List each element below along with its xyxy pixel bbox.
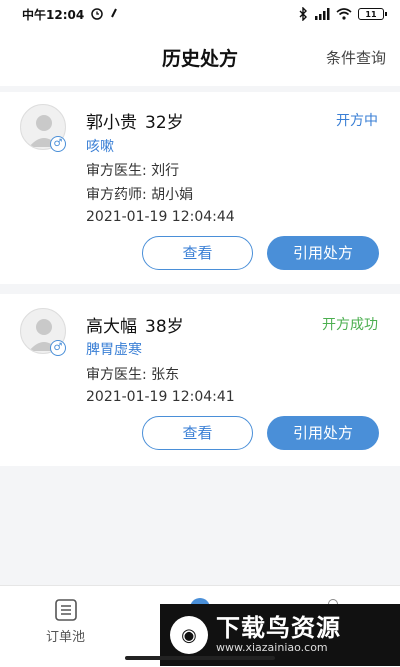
alarm-icon <box>90 6 104 23</box>
reuse-prescription-button[interactable]: 引用处方 <box>267 416 379 450</box>
patient-age: 32岁 <box>145 113 184 133</box>
status-badge: 开方成功 <box>322 317 378 333</box>
reviewing-pharmacist: 审方药师: 胡小娟 <box>86 187 194 203</box>
male-gender-icon: ♂ <box>50 340 66 356</box>
tab-orders-label: 订单池 <box>46 630 86 645</box>
watermark-logo-icon: ◉ <box>170 616 208 654</box>
status-bar: 中午12:04 11 <box>0 0 400 28</box>
signal-icon <box>314 8 330 20</box>
reuse-prescription-button[interactable]: 引用处方 <box>267 236 379 270</box>
watermark-url: www.xiazainiao.com <box>216 641 328 654</box>
clock-time: 中午12:04 <box>22 7 85 22</box>
reviewing-doctor: 审方医生: 张东 <box>86 367 180 383</box>
condition-search-button[interactable]: 条件查询 <box>326 47 386 68</box>
wifi-icon <box>336 8 352 20</box>
prescription-card: ♂ 高大幅 38岁 开方成功 脾胃虚寒 审方医生: 张东 2021-01-19 1… <box>0 294 400 466</box>
diagnosis: 咳嗽 <box>86 139 114 155</box>
prescription-card: ♂ 郭小贵 32岁 开方中 咳嗽 审方医生: 刘行 审方药师: 胡小娟 2021-… <box>0 92 400 284</box>
home-indicator <box>125 656 275 660</box>
list-icon <box>54 598 78 626</box>
patient-name: 郭小贵 <box>86 113 137 133</box>
view-button[interactable]: 查看 <box>142 236 253 270</box>
bluetooth-icon <box>298 7 308 21</box>
reviewing-doctor: 审方医生: 刘行 <box>86 163 180 179</box>
diagnosis: 脾胃虚寒 <box>86 342 142 358</box>
prescription-datetime: 2021-01-19 12:04:41 <box>86 389 235 405</box>
patient-info: 郭小贵 32岁 <box>86 108 184 133</box>
header-bar: 历史处方 条件查询 <box>0 28 400 86</box>
status-badge: 开方中 <box>336 113 378 129</box>
view-button[interactable]: 查看 <box>142 416 253 450</box>
male-gender-icon: ♂ <box>50 136 66 152</box>
watermark-title: 下载鸟资源 <box>216 614 341 642</box>
patient-info: 高大幅 38岁 <box>86 312 184 337</box>
battery-icon: 11 <box>358 8 387 20</box>
prescription-datetime: 2021-01-19 12:04:44 <box>86 209 235 225</box>
patient-age: 38岁 <box>145 317 184 337</box>
patient-name: 高大幅 <box>86 317 137 337</box>
notification-dot-icon <box>110 7 118 21</box>
